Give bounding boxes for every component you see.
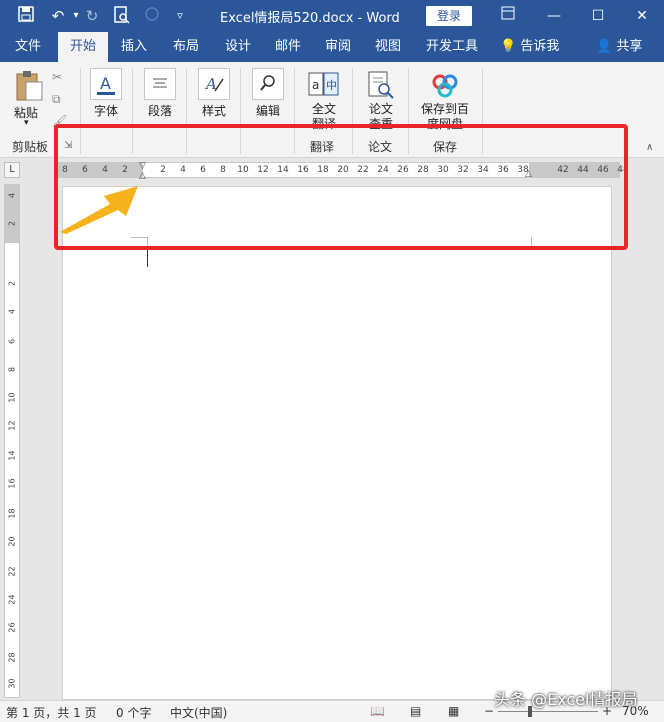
language[interactable]: 中文(中国) (170, 704, 227, 721)
tab-home[interactable]: 开始 (58, 32, 108, 62)
vruler-tick-label: 16 (7, 478, 17, 489)
svg-text:a: a (312, 78, 319, 92)
vruler-tick-label: 28 (7, 652, 17, 663)
share-label: 共享 (616, 39, 643, 54)
maximize-icon[interactable]: ☐ (586, 5, 610, 27)
tab-layout[interactable]: 布局 (164, 32, 208, 62)
vertical-ruler[interactable]: 4 2 2 4 6 8 10 12 14 16 18 20 22 24 26 28 30 (4, 184, 20, 698)
ribbon-display-icon[interactable] (496, 5, 520, 27)
copy-icon[interactable]: ⧉ (52, 92, 61, 107)
styles-icon[interactable]: A (198, 68, 230, 100)
tab-insert[interactable]: 插入 (112, 32, 156, 62)
paragraph-icon[interactable] (144, 68, 176, 100)
customize-icon[interactable]: ▿ (170, 6, 190, 26)
print-layout-icon[interactable]: ▤ (410, 704, 421, 718)
editing-label[interactable]: 编辑 (256, 102, 280, 119)
zoom-slider[interactable] (498, 711, 598, 712)
vruler-tick-label: 2 (7, 220, 17, 227)
word-count[interactable]: 0 个字 (116, 704, 151, 721)
lightbulb-icon: 💡 (500, 39, 517, 54)
tell-me-label: 告诉我 (520, 39, 560, 54)
person-icon: 👤 (596, 39, 613, 54)
web-layout-icon[interactable]: ▦ (448, 704, 459, 718)
vruler-tick-label: 4 (7, 308, 17, 315)
styles-label[interactable]: 样式 (202, 102, 226, 119)
vruler-tick-label: 26 (7, 622, 17, 633)
svg-text:中: 中 (326, 79, 337, 92)
save-icon[interactable] (16, 6, 36, 26)
vruler-tick-label: 14 (7, 450, 17, 461)
zoom-out-icon[interactable]: − (484, 704, 494, 718)
arrow-annotation (60, 186, 138, 234)
vruler-tick-label: 10 (7, 392, 17, 403)
undo-icon[interactable]: ↶ (48, 6, 68, 26)
vruler-tick-label: 18 (7, 508, 17, 519)
font-label[interactable]: 字体 (94, 102, 118, 119)
page-count[interactable]: 第 1 页，共 1 页 (6, 704, 97, 721)
watermark: 头条 @Excel情报局 (494, 690, 638, 709)
svg-text:A: A (100, 74, 111, 93)
baidu-cloud-icon[interactable] (430, 70, 460, 100)
document-page[interactable] (62, 186, 612, 700)
clipboard-group-label: 剪贴板 (12, 140, 49, 154)
vruler-tick-label: 6 (7, 338, 17, 345)
cut-icon[interactable]: ✂ (52, 70, 62, 84)
vruler-tick-label: 24 (7, 594, 17, 605)
tab-mailings[interactable]: 邮件 (266, 32, 310, 62)
login-button[interactable]: 登录 (426, 6, 472, 26)
collapse-ribbon-icon[interactable]: ∧ (646, 142, 653, 153)
print-preview-icon[interactable] (112, 6, 132, 26)
title-bar: ↶ ▾ ↻ ▿ Excel情报局520.docx - Word 登录 — ☐ ✕ (0, 0, 664, 32)
tab-view[interactable]: 视图 (366, 32, 410, 62)
vruler-tick-label: 12 (7, 420, 17, 431)
paste-icon[interactable] (14, 70, 44, 102)
paragraph-label[interactable]: 段落 (148, 102, 172, 119)
find-icon[interactable] (252, 68, 284, 100)
vruler-tick-label: 4 (7, 192, 17, 199)
paper-check-icon[interactable] (366, 70, 396, 100)
vruler-tick-label: 20 (7, 536, 17, 547)
translate-icon[interactable]: a中 (308, 70, 340, 100)
tab-selector[interactable]: L (4, 162, 20, 178)
vruler-tick-label: 8 (7, 366, 17, 373)
tab-developer[interactable]: 开发工具 (420, 32, 484, 62)
vruler-tick-label: 22 (7, 566, 17, 577)
vruler-tick-label: 2 (7, 280, 17, 287)
menu-bar: 文件 开始 插入 布局 设计 邮件 审阅 视图 开发工具 💡 告诉我 👤 共享 (0, 32, 664, 62)
close-icon[interactable]: ✕ (630, 5, 654, 27)
redo-icon[interactable]: ↻ (82, 6, 102, 26)
minimize-icon[interactable]: — (542, 5, 566, 27)
read-mode-icon[interactable]: 📖 (370, 704, 385, 718)
text-cursor (147, 249, 148, 267)
document-title: Excel情报局520.docx - Word (220, 11, 400, 26)
share-button[interactable]: 👤 共享 (596, 32, 642, 62)
tab-design[interactable]: 设计 (216, 32, 260, 62)
tab-file[interactable]: 文件 (6, 32, 50, 62)
tab-review[interactable]: 审阅 (316, 32, 360, 62)
vruler-tick-label: 30 (7, 678, 17, 689)
font-icon[interactable]: A (90, 68, 122, 100)
circle-icon[interactable] (142, 6, 162, 26)
paste-dropdown-icon[interactable]: ▾ (24, 118, 29, 128)
tell-me-search[interactable]: 💡 告诉我 (500, 32, 559, 62)
